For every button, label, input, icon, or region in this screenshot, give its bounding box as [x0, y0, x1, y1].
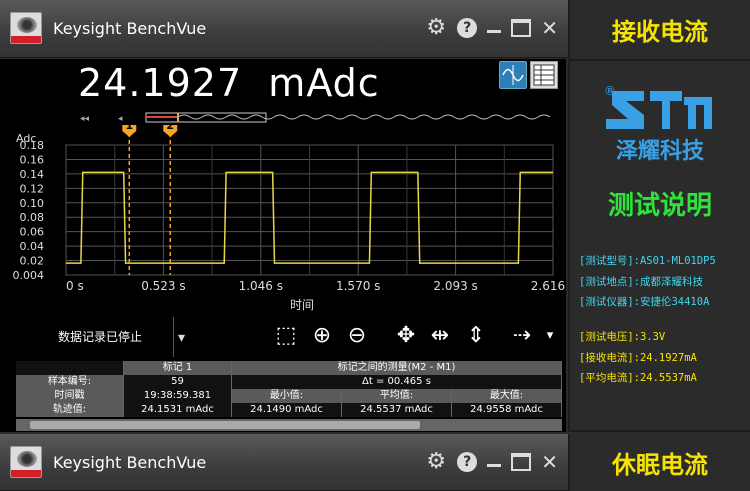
zoom-in-icon[interactable]: ⊕ [308, 322, 336, 350]
minimize-button[interactable] [487, 463, 502, 467]
screenshot-root: Keysight BenchVue ⚙ ? ✕ 接收电流 24.1927 mAd… [0, 0, 750, 491]
x-tick-label: 0 s [66, 279, 84, 293]
y-tick-label: 0.02 [20, 255, 45, 268]
logging-status: 数据记录已停止 [58, 330, 143, 344]
horizontal-scrollbar[interactable] [16, 419, 562, 431]
settings-gear-icon[interactable]: ⚙ [425, 451, 447, 473]
nav-prev-icon[interactable]: ◂ [118, 114, 123, 124]
avg-label: 平均值: [342, 389, 452, 403]
delta-t: Δt = 00.465 s [232, 375, 562, 389]
timestamp-label: 时间戳 [16, 389, 124, 403]
test-info-group: [测试型号]:AS01-ML01DP5 [测试地点]:成都泽耀科技 [测试仪器]… [579, 251, 716, 313]
settings-gear-icon[interactable]: ⚙ [425, 17, 447, 39]
max-label: 最大值: [452, 389, 562, 403]
trace-label: 轨迹值: [16, 403, 124, 417]
x-tick-label: 2.093 s [433, 279, 477, 293]
y-tick-label: 0.14 [20, 168, 45, 181]
x-tick-label: 0.523 s [141, 279, 185, 293]
zoom-out-icon[interactable]: ⊖ [343, 322, 371, 350]
nav-first-icon[interactable]: ◂◂ [80, 114, 90, 124]
test-instrument: [测试仪器]:安捷伦34410A [579, 296, 710, 308]
measurement-reading: 24.1927 mAdc [78, 61, 380, 105]
minimize-button[interactable] [487, 29, 502, 33]
fit-horizontal-icon[interactable]: ⇹ [426, 322, 454, 350]
test-model: [测试型号]:AS01-ML01DP5 [579, 255, 716, 267]
status-dropdown-icon[interactable]: ▾ [178, 330, 185, 346]
benchvue-logo-icon [10, 12, 42, 44]
sample-label: 样本编号: [16, 375, 124, 389]
panel-title-bottom: 休眠电流 [568, 434, 750, 491]
zoom-box-icon[interactable]: ⬚ [272, 322, 300, 350]
marker-options-dropdown-icon[interactable]: ▾ [536, 322, 564, 350]
test-voltage: [测试电压]:3.3V [579, 331, 666, 343]
y-tick-label: 0.06 [20, 226, 45, 239]
min-label: 最小值: [232, 389, 342, 403]
app-title: Keysight BenchVue [53, 19, 207, 38]
table-view-button[interactable] [530, 61, 558, 89]
x-tick-label: 1.570 s [336, 279, 380, 293]
chart-toolbar: 数据记录已停止 ▾ ⬚ ⊕ ⊖ ✥ ⇹ ⇕ ⇢ ▾ [0, 314, 566, 362]
app-titlebar: Keysight BenchVue ⚙ ? ✕ [0, 0, 568, 58]
maximize-button[interactable] [511, 19, 532, 37]
brand-name: 泽耀科技 [615, 139, 704, 164]
marker-label: 1 [125, 125, 133, 132]
x-axis-title: 时间 [290, 298, 315, 312]
x-tick-label: 1.046 s [239, 279, 283, 293]
y-tick-label: 0.16 [20, 153, 45, 166]
zetai-logo-icon: ® [604, 84, 712, 129]
y-tick-label: 0.12 [20, 182, 45, 195]
trend-chart[interactable]: 0.180.160.140.120.100.080.060.040.020.00… [0, 125, 566, 310]
x-tick-label: 2.616 s [531, 279, 566, 293]
marker-table: 标记 1 标记之间的测量(M2 - M1) 样本编号: 59 Δt = 00.4… [16, 361, 562, 417]
y-axis-title: Adc [16, 132, 36, 145]
close-button[interactable]: ✕ [541, 452, 558, 472]
fit-vertical-icon[interactable]: ⇕ [462, 322, 490, 350]
y-tick-label: 0.004 [13, 269, 45, 282]
timestamp-value: 19:38:59.381 [124, 389, 232, 403]
app-title-bottom: Keysight BenchVue [53, 453, 207, 472]
y-tick-label: 0.10 [20, 197, 45, 210]
max-value: 24.9558 mAdc [452, 403, 562, 417]
marker-options-icon[interactable]: ⇢ [508, 322, 536, 350]
y-tick-label: 0.04 [20, 240, 45, 253]
maximize-button[interactable] [511, 453, 532, 471]
close-button[interactable]: ✕ [541, 18, 558, 38]
trace-value: 24.1531 mAdc [124, 403, 232, 417]
marker-label: 2 [166, 125, 174, 132]
help-icon[interactable]: ? [457, 452, 478, 472]
avg-value: 24.5537 mAdc [342, 403, 452, 417]
app-titlebar-bottom: Keysight BenchVue ⚙ ? ✕ [0, 434, 568, 491]
chart-view-button[interactable] [499, 61, 527, 89]
autoscale-icon[interactable]: ✥ [392, 322, 420, 350]
rx-current: [接收电流]:24.1927mA [579, 351, 697, 364]
y-tick-label: 0.08 [20, 211, 45, 224]
panel-title-top: 接收电流 [568, 0, 750, 58]
waveform-icon [502, 65, 524, 85]
sample-value: 59 [124, 375, 232, 389]
benchvue-logo-icon [10, 446, 42, 478]
table-icon [533, 64, 555, 86]
between-header: 标记之间的测量(M2 - M1) [232, 361, 562, 375]
test-location: [测试地点]:成都泽耀科技 [579, 275, 703, 288]
min-value: 24.1490 mAdc [232, 403, 342, 417]
help-icon[interactable]: ? [457, 18, 478, 38]
scrollbar-thumb[interactable] [30, 421, 420, 429]
marker1-header: 标记 1 [124, 361, 232, 375]
description-title: 测试说明 [607, 191, 712, 221]
info-panel: ® 泽耀科技 测试说明 [测试型号]:AS01-ML01DP5 [测试地点]:成… [568, 59, 750, 432]
meter-panel: 24.1927 mAdc ◂◂ ◂ 0.18 0.16 0.14 0.12 0.10 0.… [0, 59, 566, 432]
avg-current: [平均电流]:24.5537mA [579, 372, 697, 384]
test-results-group: [测试电压]:3.3V [接收电流]:24.1927mA [平均电流]:24.5… [579, 327, 697, 389]
